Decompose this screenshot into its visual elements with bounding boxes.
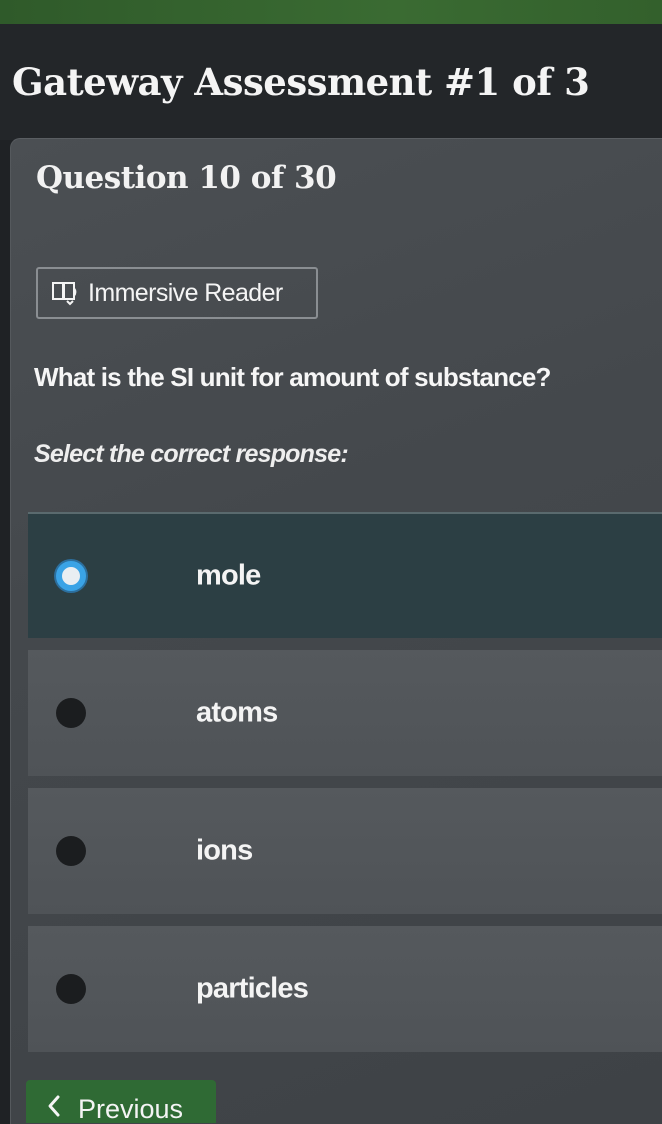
answer-option-mole[interactable]: mole bbox=[28, 512, 662, 638]
answer-option-atoms[interactable]: atoms bbox=[28, 650, 662, 776]
answer-option-ions[interactable]: ions bbox=[28, 788, 662, 914]
answer-option-label: particles bbox=[196, 972, 309, 1005]
chevron-left-icon bbox=[46, 1094, 68, 1118]
radio-button[interactable] bbox=[56, 698, 86, 728]
answer-option-label: mole bbox=[196, 559, 261, 592]
top-accent-bar bbox=[0, 0, 662, 24]
previous-button[interactable]: Previous bbox=[26, 1080, 216, 1123]
question-text: What is the SI unit for amount of substa… bbox=[34, 362, 551, 392]
question-counter: Question 10 of 30 bbox=[36, 160, 337, 196]
answer-option-label: atoms bbox=[196, 696, 278, 729]
answer-option-label: ions bbox=[196, 834, 253, 867]
immersive-reader-label: Immersive Reader bbox=[88, 278, 283, 307]
radio-button[interactable] bbox=[56, 974, 86, 1004]
radio-button-selected[interactable] bbox=[56, 561, 86, 591]
immersive-reader-button[interactable]: Immersive Reader bbox=[36, 267, 318, 319]
immersive-reader-icon bbox=[50, 279, 88, 307]
assessment-title: Gateway Assessment #1 of 3 bbox=[12, 60, 590, 104]
response-instruction: Select the correct response: bbox=[34, 440, 349, 468]
answer-option-particles[interactable]: particles bbox=[28, 926, 662, 1052]
radio-button[interactable] bbox=[56, 836, 86, 866]
previous-button-label: Previous bbox=[78, 1094, 184, 1123]
